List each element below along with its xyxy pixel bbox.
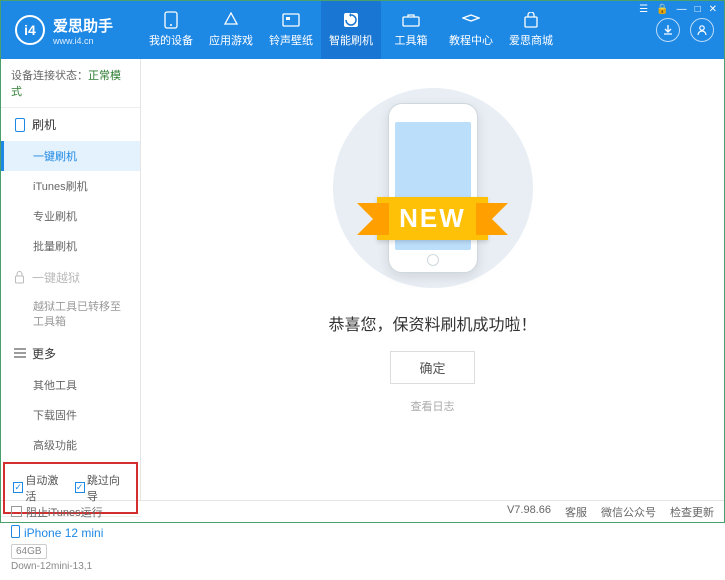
close-icon[interactable]: ✕ <box>709 4 717 15</box>
logo-icon: i4 <box>15 15 45 45</box>
sidebar-item-batch-flash[interactable]: 批量刷机 <box>1 231 140 261</box>
device-info[interactable]: iPhone 12 mini 64GB Down-12mini-13,1 <box>1 516 140 580</box>
toolbox-icon <box>401 12 421 28</box>
maximize-icon[interactable]: □ <box>695 4 701 15</box>
lock-icon <box>13 271 26 284</box>
nav-toolbox[interactable]: 工具箱 <box>381 1 441 59</box>
device-detail: Down-12mini-13,1 <box>11 561 130 572</box>
header: i4 爱思助手 www.i4.cn 我的设备 应用游戏 铃声壁纸 智能刷机 工具… <box>1 1 724 59</box>
app-title: 爱思助手 <box>53 15 113 36</box>
nav-smart-flash[interactable]: 智能刷机 <box>321 1 381 59</box>
checkbox-block-itunes[interactable]: 阻止iTunes运行 <box>11 504 103 520</box>
minimize-icon[interactable]: — <box>677 4 687 15</box>
sidebar-section-jailbreak: 一键越狱 <box>1 261 140 294</box>
checkbox-icon <box>11 506 22 517</box>
new-ribbon: NEW <box>377 197 488 240</box>
wechat-link[interactable]: 微信公众号 <box>601 504 656 520</box>
success-illustration: NEW <box>303 83 563 293</box>
device-name: iPhone 12 mini <box>11 525 130 541</box>
phone-icon <box>13 118 26 131</box>
window-controls: ☰ 🔒 — □ ✕ <box>639 4 717 15</box>
main-content: NEW 恭喜您，保资料刷机成功啦！ 确定 查看日志 <box>141 59 724 500</box>
more-icon <box>13 347 26 360</box>
customer-service-link[interactable]: 客服 <box>565 504 587 520</box>
version-label: V7.98.66 <box>507 504 551 520</box>
user-button[interactable] <box>690 18 714 42</box>
phone-icon <box>11 525 20 541</box>
ok-button[interactable]: 确定 <box>390 351 474 384</box>
nav-apps-games[interactable]: 应用游戏 <box>201 1 261 59</box>
sidebar-item-advanced[interactable]: 高级功能 <box>1 430 140 460</box>
sidebar-item-download-firmware[interactable]: 下载固件 <box>1 400 140 430</box>
check-update-link[interactable]: 检查更新 <box>670 504 714 520</box>
check-icon: ✓ <box>13 482 23 493</box>
view-log-link[interactable]: 查看日志 <box>411 398 455 414</box>
checkbox-skip-guide[interactable]: ✓ 跳过向导 <box>75 472 129 504</box>
download-button[interactable] <box>656 18 680 42</box>
nav-tutorials[interactable]: 教程中心 <box>441 1 501 59</box>
sidebar-item-pro-flash[interactable]: 专业刷机 <box>1 201 140 231</box>
checkbox-auto-activate[interactable]: ✓ 自动激活 <box>13 472 67 504</box>
sidebar-section-flash[interactable]: 刷机 <box>1 108 140 141</box>
jailbreak-note: 越狱工具已转移至工具箱 <box>1 294 140 337</box>
sidebar-section-more[interactable]: 更多 <box>1 337 140 370</box>
app-subtitle: www.i4.cn <box>53 36 113 46</box>
check-icon: ✓ <box>75 482 85 493</box>
header-actions <box>656 18 724 42</box>
sidebar: 设备连接状态：正常模式 刷机 一键刷机 iTunes刷机 专业刷机 批量刷机 一… <box>1 59 141 500</box>
tutorial-icon <box>461 12 481 28</box>
wallpaper-icon <box>281 12 301 28</box>
nav-my-device[interactable]: 我的设备 <box>141 1 201 59</box>
logo: i4 爱思助手 www.i4.cn <box>1 15 141 46</box>
phone-graphic <box>388 103 478 273</box>
menu-icon[interactable]: ☰ <box>639 4 648 15</box>
apps-icon <box>221 12 241 28</box>
sidebar-item-itunes-flash[interactable]: iTunes刷机 <box>1 171 140 201</box>
lock-icon[interactable]: 🔒 <box>656 4 668 15</box>
sidebar-item-oneclick-flash[interactable]: 一键刷机 <box>1 141 140 171</box>
phone-icon <box>161 12 181 28</box>
store-icon <box>521 12 541 28</box>
nav-ringtones[interactable]: 铃声壁纸 <box>261 1 321 59</box>
connection-status: 设备连接状态：正常模式 <box>1 59 140 108</box>
device-storage-badge: 64GB <box>11 544 47 559</box>
sidebar-item-other-tools[interactable]: 其他工具 <box>1 370 140 400</box>
flash-icon <box>341 12 361 28</box>
success-message: 恭喜您，保资料刷机成功啦！ <box>328 311 536 335</box>
top-nav: 我的设备 应用游戏 铃声壁纸 智能刷机 工具箱 教程中心 爱思商城 <box>141 1 656 59</box>
nav-store[interactable]: 爱思商城 <box>501 1 561 59</box>
